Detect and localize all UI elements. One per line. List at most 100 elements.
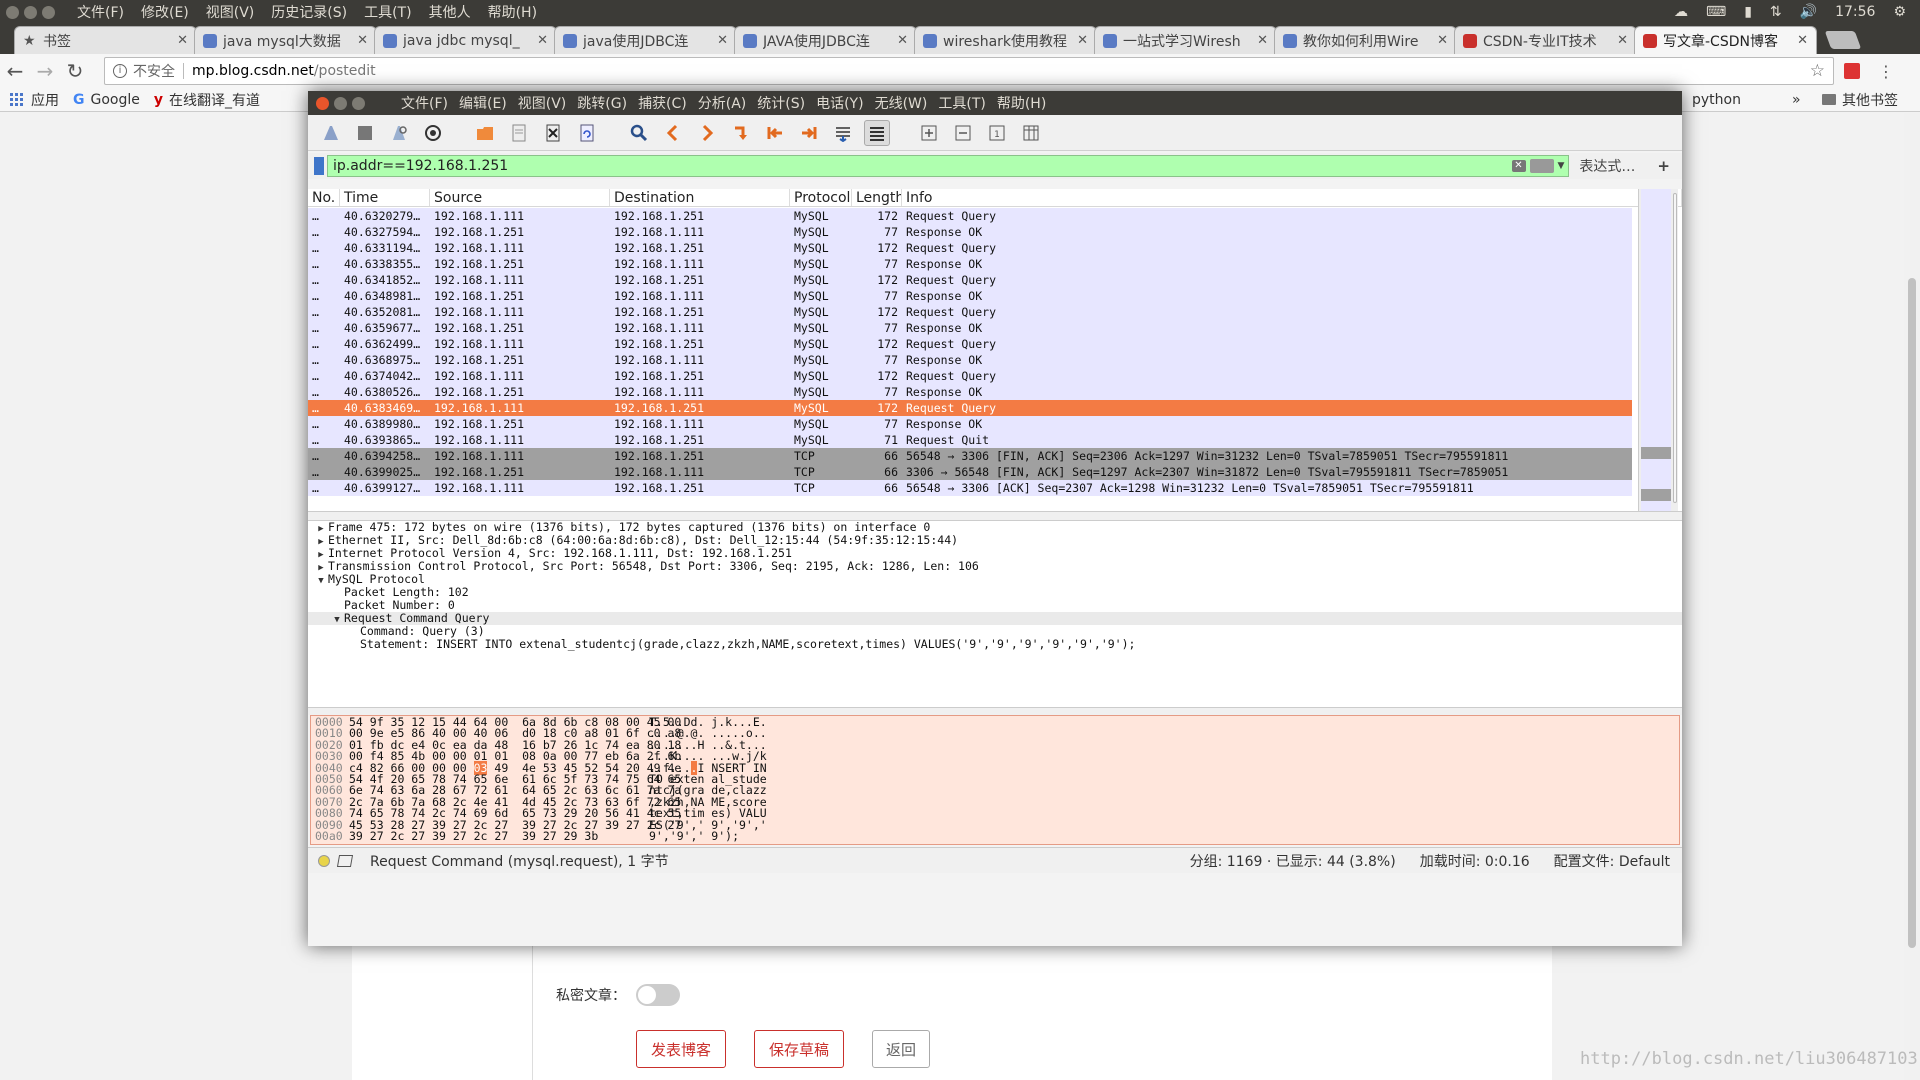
wireshark-menu-item[interactable]: 分析(A) — [698, 93, 747, 113]
open-file-icon[interactable] — [472, 120, 498, 146]
packet-row[interactable]: … 40.6352081… 192.168.1.111 192.168.1.251 My… — [308, 304, 1632, 320]
resize-columns-icon[interactable] — [1018, 120, 1044, 146]
wireshark-menu-item[interactable]: 跳转(G) — [577, 93, 627, 113]
browser-tab[interactable]: ★ 书签 ✕ — [14, 26, 197, 54]
close-tab-icon[interactable]: ✕ — [1437, 33, 1448, 48]
cloud-icon[interactable]: ☁ — [1674, 4, 1688, 20]
packet-row[interactable]: … 40.6338355… 192.168.1.251 192.168.1.111 My… — [308, 256, 1632, 272]
close-file-icon[interactable] — [540, 120, 566, 146]
apply-filter-icon[interactable] — [1529, 159, 1554, 173]
packet-minimap[interactable] — [1641, 189, 1671, 511]
column-header[interactable]: No. — [308, 189, 340, 206]
close-tab-icon[interactable]: ✕ — [1617, 33, 1628, 48]
column-header[interactable]: Source — [430, 189, 610, 206]
packet-row[interactable]: … 40.6399025… 192.168.1.251 192.168.1.111 TC… — [308, 464, 1632, 480]
detail-tree-item[interactable]: Statement: INSERT INTO extenal_studentcj… — [308, 638, 1682, 651]
column-header[interactable]: Info — [902, 189, 1682, 206]
browser-window-controls[interactable] — [6, 5, 55, 19]
detail-tree-item[interactable]: ▶ Transmission Control Protocol, Src Port… — [308, 560, 1682, 574]
status-profile[interactable]: 配置文件: Default — [1554, 851, 1670, 871]
find-packet-icon[interactable] — [626, 120, 652, 146]
zoom-out-icon[interactable] — [950, 120, 976, 146]
browser-menu-item[interactable]: 修改(E) — [141, 2, 189, 22]
save-file-icon[interactable] — [506, 120, 532, 146]
bookmark-youdao[interactable]: y 在线翻译_有道 — [154, 90, 260, 110]
close-tab-icon[interactable]: ✕ — [1077, 33, 1088, 48]
reload-icon[interactable]: ↻ — [60, 59, 90, 83]
column-header[interactable]: Protocol — [790, 189, 852, 206]
bookmark-google[interactable]: G Google — [73, 92, 140, 108]
browser-menu-item[interactable]: 工具(T) — [364, 2, 411, 22]
reload-file-icon[interactable] — [574, 120, 600, 146]
add-filter-button[interactable]: + — [1657, 157, 1670, 175]
page-scrollbar[interactable] — [1904, 113, 1920, 1080]
column-header[interactable]: Destination — [610, 189, 790, 206]
browser-tab[interactable]: JAVA使用JDBC连 ✕ — [734, 26, 917, 54]
pane-splitter[interactable] — [308, 707, 1682, 715]
browser-tab[interactable]: java jdbc mysql_ ✕ — [374, 26, 557, 54]
clock[interactable]: 17:56 — [1835, 4, 1875, 20]
browser-tab[interactable]: CSDN-专业IT技术 ✕ — [1454, 26, 1637, 54]
packet-row[interactable]: … 40.6393865… 192.168.1.111 192.168.1.251 My… — [308, 432, 1632, 448]
go-to-packet-icon[interactable] — [728, 120, 754, 146]
settings-icon[interactable]: ⚙ — [1893, 4, 1906, 20]
packet-row[interactable]: … 40.6331194… 192.168.1.111 192.168.1.251 My… — [308, 240, 1632, 256]
scrollbar-thumb[interactable] — [1908, 278, 1916, 948]
last-packet-icon[interactable] — [796, 120, 822, 146]
colorize-icon[interactable] — [864, 119, 890, 146]
maximize-icon[interactable] — [352, 96, 365, 110]
close-icon[interactable] — [316, 96, 329, 110]
wireshark-menu-item[interactable]: 帮助(H) — [997, 93, 1046, 113]
packet-row[interactable]: … 40.6359677… 192.168.1.251 192.168.1.111 My… — [308, 320, 1632, 336]
detail-tree-item[interactable]: Packet Length: 102 — [308, 586, 1682, 599]
minimize-icon[interactable] — [334, 96, 347, 110]
column-header[interactable]: Length — [852, 189, 902, 206]
close-tab-icon[interactable]: ✕ — [1257, 33, 1268, 48]
browser-tab[interactable]: java使用JDBC连 ✕ — [554, 26, 737, 54]
filter-bookmark-icon[interactable] — [314, 157, 324, 175]
packet-row[interactable]: … 40.6394258… 192.168.1.111 192.168.1.251 TC… — [308, 448, 1632, 464]
packet-row[interactable]: … 40.6362499… 192.168.1.111 192.168.1.251 My… — [308, 336, 1632, 352]
auto-scroll-icon[interactable] — [830, 120, 856, 146]
new-tab-button[interactable] — [1824, 31, 1862, 49]
filter-history-dropdown-icon[interactable]: ▼ — [1558, 161, 1565, 171]
browser-menu-item[interactable]: 帮助(H) — [488, 2, 537, 22]
battery-icon[interactable]: ▮ — [1744, 4, 1752, 20]
browser-menu-item[interactable]: 文件(F) — [77, 2, 124, 22]
stop-capture-button[interactable] — [352, 120, 378, 146]
bookmark-other[interactable]: 其他书签 — [1822, 90, 1898, 110]
publish-blog-button[interactable]: 发表博客 — [636, 1030, 726, 1068]
packet-row[interactable]: … 40.6368975… 192.168.1.251 192.168.1.111 My… — [308, 352, 1632, 368]
packet-row[interactable]: … 40.6327594… 192.168.1.251 192.168.1.111 My… — [308, 224, 1632, 240]
browser-tab[interactable]: 教你如何利用Wire ✕ — [1274, 26, 1457, 54]
detail-tree-item[interactable]: ▼ Request Command Query — [308, 612, 1682, 625]
close-tab-icon[interactable]: ✕ — [897, 33, 908, 48]
packet-row[interactable]: … 40.6380526… 192.168.1.251 192.168.1.111 My… — [308, 384, 1632, 400]
wireshark-menu-item[interactable]: 电话(Y) — [816, 93, 863, 113]
capture-options-button[interactable] — [420, 120, 446, 146]
browser-menu-item[interactable]: 历史记录(S) — [271, 2, 347, 22]
volume-icon[interactable]: 🔊 — [1800, 4, 1817, 20]
display-filter-input[interactable]: ip.addr==192.168.1.251 ✕ ▼ — [327, 155, 1570, 177]
zoom-normal-icon[interactable]: 1 — [984, 120, 1010, 146]
save-draft-button[interactable]: 保存草稿 — [754, 1030, 844, 1068]
menu-dots-icon[interactable]: ⋮ — [1878, 62, 1894, 81]
zoom-in-icon[interactable] — [916, 120, 942, 146]
close-tab-icon[interactable]: ✕ — [717, 33, 728, 48]
return-button[interactable]: 返回 — [872, 1030, 930, 1068]
browser-menu-item[interactable]: 视图(V) — [206, 2, 255, 22]
browser-tab[interactable]: wireshark使用教程 ✕ — [914, 26, 1097, 54]
back-icon[interactable]: ← — [0, 59, 30, 83]
wireshark-menu-item[interactable]: 编辑(E) — [459, 93, 507, 113]
first-packet-icon[interactable] — [762, 120, 788, 146]
scrollbar-track[interactable] — [1673, 193, 1677, 503]
packet-row[interactable]: … 40.6374042… 192.168.1.111 192.168.1.251 My… — [308, 368, 1632, 384]
bookmark-star-icon[interactable]: ☆ — [1810, 61, 1825, 81]
close-tab-icon[interactable]: ✕ — [537, 33, 548, 48]
packet-row[interactable]: … 40.6348981… 192.168.1.251 192.168.1.111 My… — [308, 288, 1632, 304]
bookmarks-overflow[interactable]: » — [1792, 92, 1801, 108]
wireshark-menu-item[interactable]: 视图(V) — [518, 93, 567, 113]
wireshark-menu-item[interactable]: 无线(W) — [875, 93, 928, 113]
wireshark-menu-item[interactable]: 文件(F) — [401, 93, 448, 113]
detail-tree-item[interactable]: Packet Number: 0 — [308, 599, 1682, 612]
